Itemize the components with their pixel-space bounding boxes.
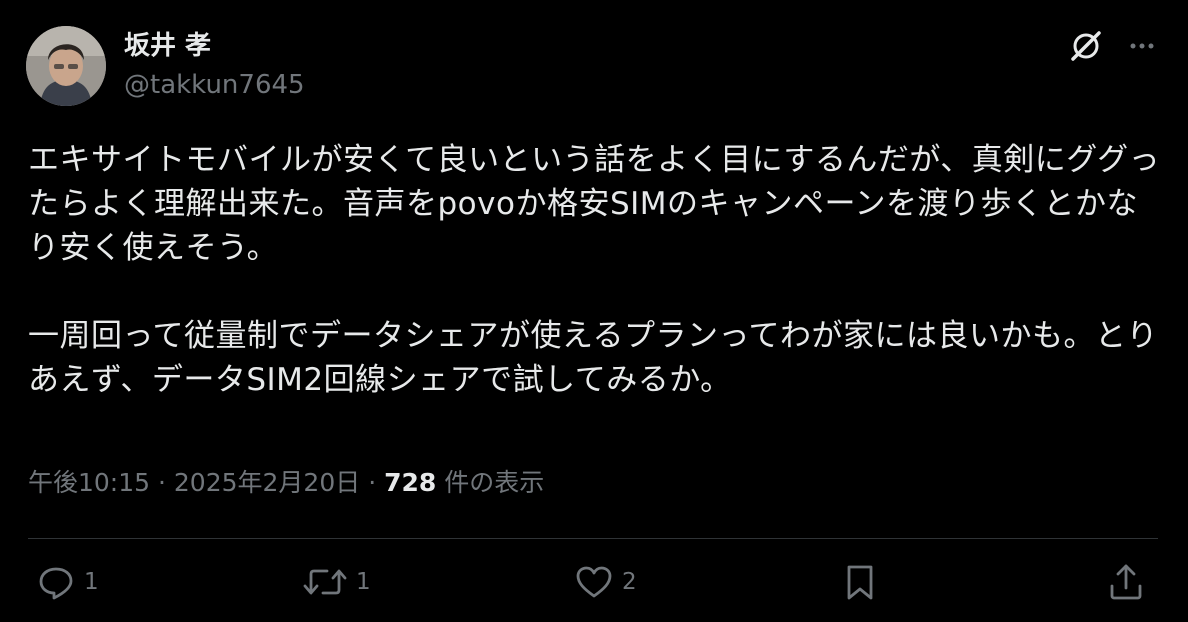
- author-display-name[interactable]: 坂井 孝: [124, 30, 305, 62]
- bookmark-icon: [847, 565, 873, 600]
- grok-icon[interactable]: [1068, 28, 1104, 64]
- views-count[interactable]: 728: [384, 468, 436, 497]
- views-label: 件の表示: [444, 468, 545, 497]
- reply-count: 1: [84, 569, 99, 595]
- bookmark-button[interactable]: [840, 562, 880, 602]
- reply-icon: [39, 567, 73, 600]
- divider: [28, 538, 1158, 539]
- repost-count: 1: [356, 569, 371, 595]
- repost-icon: [303, 569, 347, 595]
- post-meta: 午後10:15 · 2025年2月20日 · 728 件の表示: [28, 466, 544, 500]
- avatar-image: [26, 26, 106, 106]
- share-icon: [1110, 564, 1142, 600]
- post-text: エキサイトモバイルが安くて良いという話をよく目にするんだが、真剣にググったらよく…: [28, 142, 1161, 398]
- like-count: 2: [622, 569, 637, 595]
- avatar[interactable]: [26, 26, 106, 106]
- header-actions: [1068, 28, 1158, 64]
- action-bar: 1 1 2: [0, 562, 1188, 612]
- more-icon[interactable]: [1126, 30, 1158, 62]
- post-time[interactable]: 午後10:15: [28, 468, 150, 497]
- like-button[interactable]: 2: [574, 562, 637, 602]
- share-button[interactable]: [1106, 562, 1146, 602]
- post-date[interactable]: 2025年2月20日: [174, 468, 360, 497]
- author-handle[interactable]: @takkun7645: [124, 68, 305, 102]
- reply-button[interactable]: 1: [36, 562, 99, 602]
- like-icon: [576, 566, 612, 598]
- repost-button[interactable]: 1: [302, 562, 371, 602]
- author-info: 坂井 孝 @takkun7645: [124, 30, 305, 102]
- meta-separator-2: ·: [368, 468, 377, 497]
- meta-separator: ·: [158, 468, 166, 497]
- post-card: 坂井 孝 @takkun7645 エキサイトモバイルが安くて良いという話をよく目…: [0, 0, 1188, 622]
